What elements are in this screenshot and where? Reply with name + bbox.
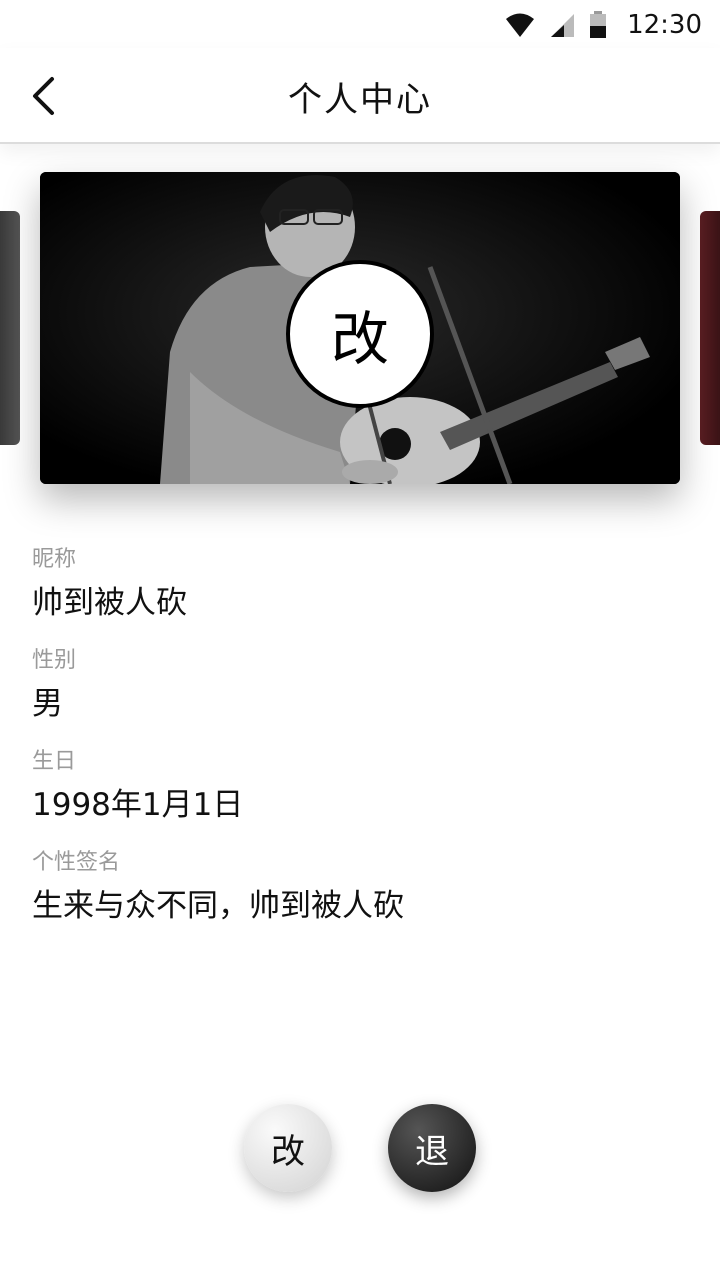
gender-label: 性别 [32, 648, 77, 673]
birthday-value: 1998年1月1日 [32, 787, 244, 823]
signature-label: 个性签名 [32, 850, 121, 875]
avatar-edit-button[interactable]: 改 [286, 260, 434, 408]
birthday-label: 生日 [32, 749, 77, 774]
page-title: 个人中心 [288, 80, 432, 120]
status-time: 12:30 [627, 10, 702, 40]
gender-value: 男 [32, 686, 63, 722]
status-bar: 12:30 [0, 0, 720, 48]
edit-button[interactable]: 改 [244, 1104, 332, 1192]
signal-icon [551, 14, 575, 37]
nickname-label: 昵称 [32, 547, 77, 572]
battery-icon [590, 11, 607, 38]
signature-value: 生来与众不同，帅到被人砍 [32, 888, 404, 924]
carousel-prev-card[interactable] [0, 211, 20, 445]
logout-button[interactable]: 退 [388, 1104, 476, 1192]
wifi-icon [506, 13, 535, 37]
header: 个人中心 [0, 48, 720, 144]
carousel-next-card[interactable] [700, 211, 720, 445]
profile-screen: 12:30 个人中心 改 昵称 帅到被人砍 性别 男 生日 1998年1月1日 … [0, 0, 720, 1280]
status-icons: 12:30 [505, 8, 702, 42]
nickname-value: 帅到被人砍 [32, 585, 187, 621]
profile-info: 昵称 帅到被人砍 性别 男 生日 1998年1月1日 个性签名 生来与众不同，帅… [32, 542, 688, 946]
